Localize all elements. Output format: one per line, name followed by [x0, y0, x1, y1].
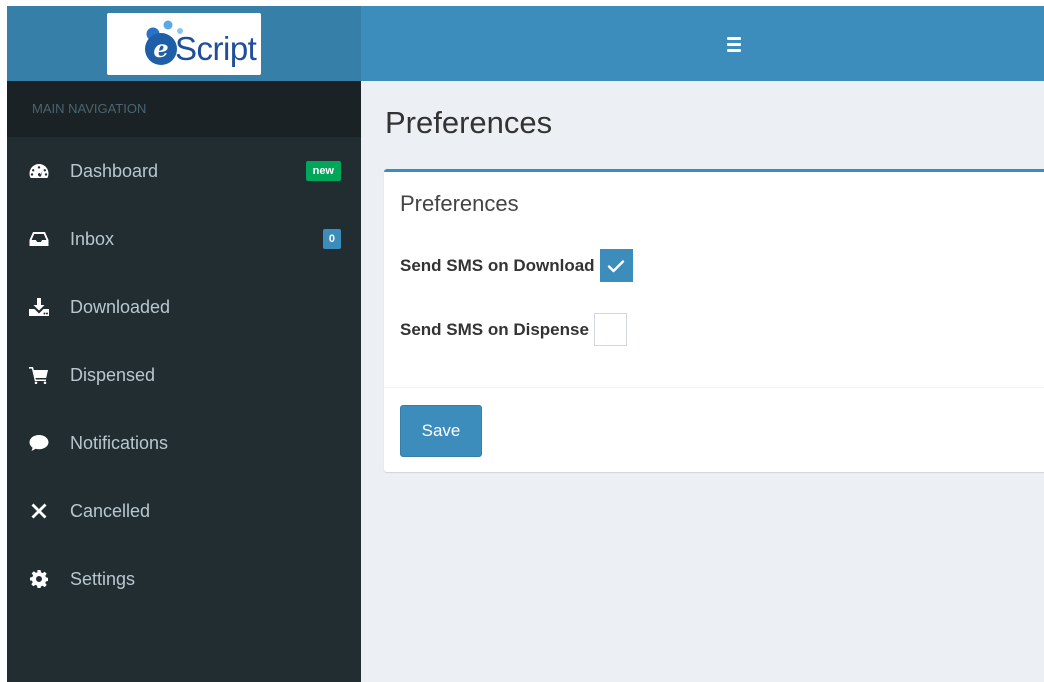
- sidebar-item-cancelled[interactable]: Cancelled: [7, 477, 361, 545]
- sms-download-row: Send SMS on Download: [400, 249, 633, 282]
- checkmark-icon: [607, 259, 625, 272]
- sidebar-item-dispensed[interactable]: Dispensed: [7, 341, 361, 409]
- app-frame: e Script MAIN NAVIGATION Dashboard new I…: [7, 6, 1044, 682]
- inbox-icon: [28, 229, 50, 249]
- hamburger-icon-bar: [727, 42, 741, 46]
- sidebar-item-label: Settings: [70, 568, 136, 589]
- page-title: Preferences: [385, 105, 553, 140]
- download-icon: [28, 297, 50, 317]
- logo-area[interactable]: e Script: [7, 6, 361, 81]
- top-header: e Script: [7, 6, 1044, 81]
- sidebar-item-label: Cancelled: [70, 500, 151, 521]
- sidebar-item-label: Inbox: [70, 228, 115, 249]
- sidebar: MAIN NAVIGATION Dashboard new Inbox 0 Do…: [7, 81, 361, 682]
- sms-download-checkbox[interactable]: [599, 249, 633, 282]
- sidebar-item-dashboard[interactable]: Dashboard new: [7, 137, 361, 205]
- sms-dispense-checkbox[interactable]: [593, 313, 627, 346]
- logo-e-mark: e: [145, 33, 177, 65]
- dashboard-icon: [28, 161, 50, 181]
- sms-dispense-row: Send SMS on Dispense: [400, 313, 627, 346]
- sidebar-item-label: Dispensed: [70, 364, 156, 385]
- main-navigation-header: MAIN NAVIGATION: [7, 81, 361, 137]
- comment-icon: [28, 433, 50, 453]
- gear-icon: [28, 569, 50, 589]
- main-content: Preferences Preferences Send SMS on Down…: [361, 81, 1044, 682]
- sidebar-item-notifications[interactable]: Notifications: [7, 409, 361, 477]
- new-badge: new: [305, 161, 341, 181]
- close-icon: [28, 501, 50, 521]
- sidebar-item-settings[interactable]: Settings: [7, 545, 361, 613]
- box-footer: Save: [384, 387, 1044, 475]
- sidebar-item-downloaded[interactable]: Downloaded: [7, 273, 361, 341]
- sidebar-item-label: Notifications: [70, 432, 169, 453]
- preferences-box: Preferences Send SMS on Download Send SM…: [384, 169, 1044, 472]
- hamburger-icon-bar: [727, 36, 741, 40]
- inbox-count-badge: 0: [322, 229, 341, 249]
- sms-download-label: Send SMS on Download: [400, 255, 595, 275]
- logo-wordmark: Script: [175, 30, 257, 67]
- sms-dispense-label: Send SMS on Dispense: [400, 319, 589, 339]
- sidebar-item-label: Downloaded: [70, 296, 171, 317]
- escript-logo[interactable]: e Script: [107, 13, 261, 75]
- sidebar-item-inbox[interactable]: Inbox 0: [7, 205, 361, 273]
- sidebar-toggle-button[interactable]: [727, 32, 751, 56]
- save-button[interactable]: Save: [400, 405, 482, 457]
- box-title: Preferences: [400, 191, 519, 216]
- cart-icon: [28, 365, 50, 385]
- sidebar-item-label: Dashboard: [70, 160, 159, 181]
- hamburger-icon-bar: [727, 48, 741, 52]
